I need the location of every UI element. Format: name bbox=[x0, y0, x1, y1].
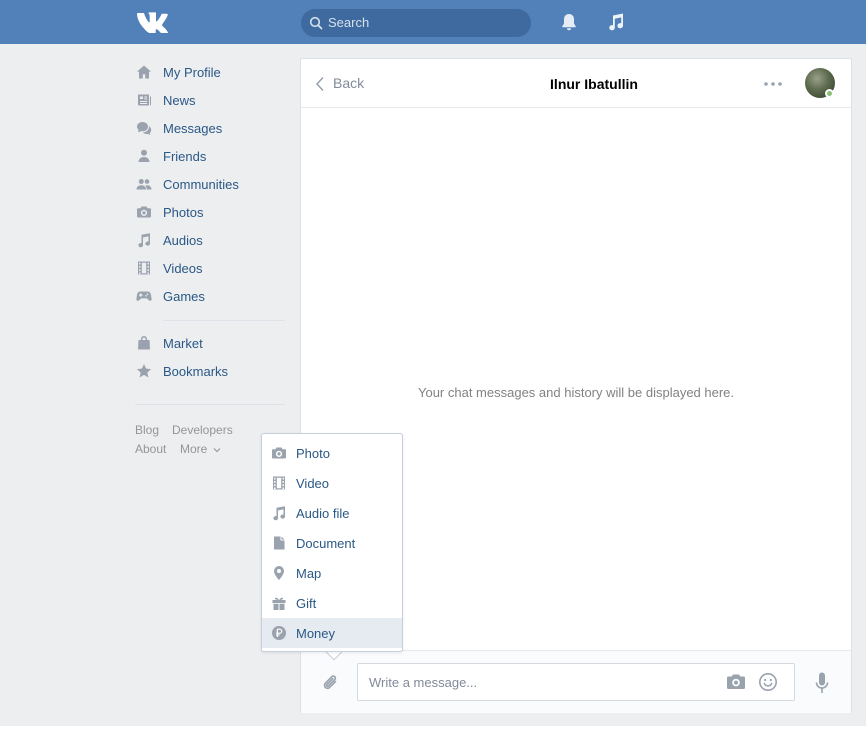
music-note-icon bbox=[138, 233, 150, 248]
search-icon bbox=[309, 16, 323, 30]
sidebar-item-games[interactable]: Games bbox=[135, 282, 285, 310]
camera-icon bbox=[137, 206, 151, 218]
music-note-icon bbox=[273, 506, 285, 521]
attach-menu-label: Document bbox=[296, 536, 356, 551]
message-composer bbox=[301, 650, 851, 713]
online-indicator bbox=[825, 89, 834, 98]
person-icon bbox=[138, 149, 150, 162]
sidebar-item-label: Messages bbox=[163, 121, 223, 136]
sidebar-item-label: Audios bbox=[163, 233, 203, 248]
sidebar-item-label: Games bbox=[163, 289, 205, 304]
more-options-icon[interactable] bbox=[763, 81, 783, 87]
sidebar-item-friends[interactable]: Friends bbox=[135, 142, 285, 170]
star-icon bbox=[136, 364, 152, 378]
attach-menu-item-gift[interactable]: Gift bbox=[262, 588, 402, 618]
search-placeholder: Search bbox=[328, 15, 370, 30]
sidebar-item-market[interactable]: Market bbox=[135, 329, 285, 357]
attach-menu-item-map[interactable]: Map bbox=[262, 558, 402, 588]
sidebar-item-label: Photos bbox=[163, 205, 204, 220]
attach-menu-label: Audio file bbox=[296, 506, 350, 521]
camera-icon bbox=[272, 447, 286, 459]
sidebar-item-messages[interactable]: Messages bbox=[135, 114, 285, 142]
attach-menu-label: Map bbox=[296, 566, 322, 581]
map-pin-icon bbox=[274, 566, 284, 580]
sidebar-item-label: My Profile bbox=[163, 65, 221, 80]
search-box[interactable]: Search bbox=[301, 9, 531, 37]
sidebar-item-label: Friends bbox=[163, 149, 207, 164]
vk-logo-icon[interactable] bbox=[136, 11, 170, 33]
attach-menu-item-money[interactable]: Money bbox=[262, 618, 402, 648]
camera-icon[interactable] bbox=[726, 673, 746, 691]
footer-link-developers[interactable]: Developers bbox=[172, 423, 233, 437]
microphone-icon[interactable] bbox=[814, 671, 830, 695]
attach-menu-item-document[interactable]: Document bbox=[262, 528, 402, 558]
sidebar-item-label: Market bbox=[163, 336, 203, 351]
music-note-icon[interactable] bbox=[606, 12, 626, 32]
film-icon bbox=[138, 261, 150, 275]
shopping-bag-icon bbox=[138, 336, 150, 350]
sidebar-item-communities[interactable]: Communities bbox=[135, 170, 285, 198]
footer-link-more[interactable]: More bbox=[180, 442, 221, 456]
empty-chat-message: Your chat messages and history will be d… bbox=[417, 385, 735, 400]
sidebar-item-audios[interactable]: Audios bbox=[135, 226, 285, 254]
sidebar-divider bbox=[163, 320, 285, 321]
attach-menu: Photo Video Audio file Document Map Gift… bbox=[261, 433, 403, 652]
people-icon bbox=[136, 179, 152, 190]
attach-menu-label: Money bbox=[296, 626, 336, 641]
film-icon bbox=[273, 476, 285, 490]
sidebar-item-label: Bookmarks bbox=[163, 364, 229, 379]
chevron-down-icon bbox=[213, 448, 221, 453]
sidebar-item-label: News bbox=[163, 93, 196, 108]
sidebar-item-my-profile[interactable]: My Profile bbox=[135, 58, 285, 86]
sidebar-item-videos[interactable]: Videos bbox=[135, 254, 285, 282]
page-bottom-strip bbox=[0, 726, 866, 736]
sidebar-item-label: Communities bbox=[163, 177, 239, 192]
top-header: Search bbox=[0, 0, 866, 44]
attach-menu-label: Video bbox=[296, 476, 330, 491]
attach-menu-label: Gift bbox=[296, 596, 317, 611]
sidebar-item-bookmarks[interactable]: Bookmarks bbox=[135, 357, 285, 385]
sidebar-item-photos[interactable]: Photos bbox=[135, 198, 285, 226]
footer-link-about[interactable]: About bbox=[135, 442, 166, 456]
sidebar-divider bbox=[135, 404, 285, 405]
ruble-coin-icon bbox=[272, 626, 286, 640]
chat-header: Back Ilnur Ibatullin bbox=[301, 59, 851, 108]
gift-icon bbox=[272, 597, 286, 610]
gamepad-icon bbox=[136, 291, 152, 301]
sidebar-item-label: Videos bbox=[163, 261, 203, 276]
attach-menu-label: Photo bbox=[296, 446, 330, 461]
emoji-icon[interactable] bbox=[758, 672, 778, 692]
document-icon bbox=[274, 536, 285, 550]
footer-link-blog[interactable]: Blog bbox=[135, 423, 159, 437]
newspaper-icon bbox=[138, 94, 151, 106]
paperclip-icon[interactable] bbox=[320, 672, 342, 694]
attach-menu-item-video[interactable]: Video bbox=[262, 468, 402, 498]
chat-bubbles-icon bbox=[137, 122, 152, 135]
home-icon bbox=[137, 65, 151, 79]
attach-menu-item-audio-file[interactable]: Audio file bbox=[262, 498, 402, 528]
footer-more-label: More bbox=[180, 442, 208, 456]
attach-menu-item-photo[interactable]: Photo bbox=[262, 438, 402, 468]
sidebar-item-news[interactable]: News bbox=[135, 86, 285, 114]
bell-icon[interactable] bbox=[559, 12, 579, 32]
